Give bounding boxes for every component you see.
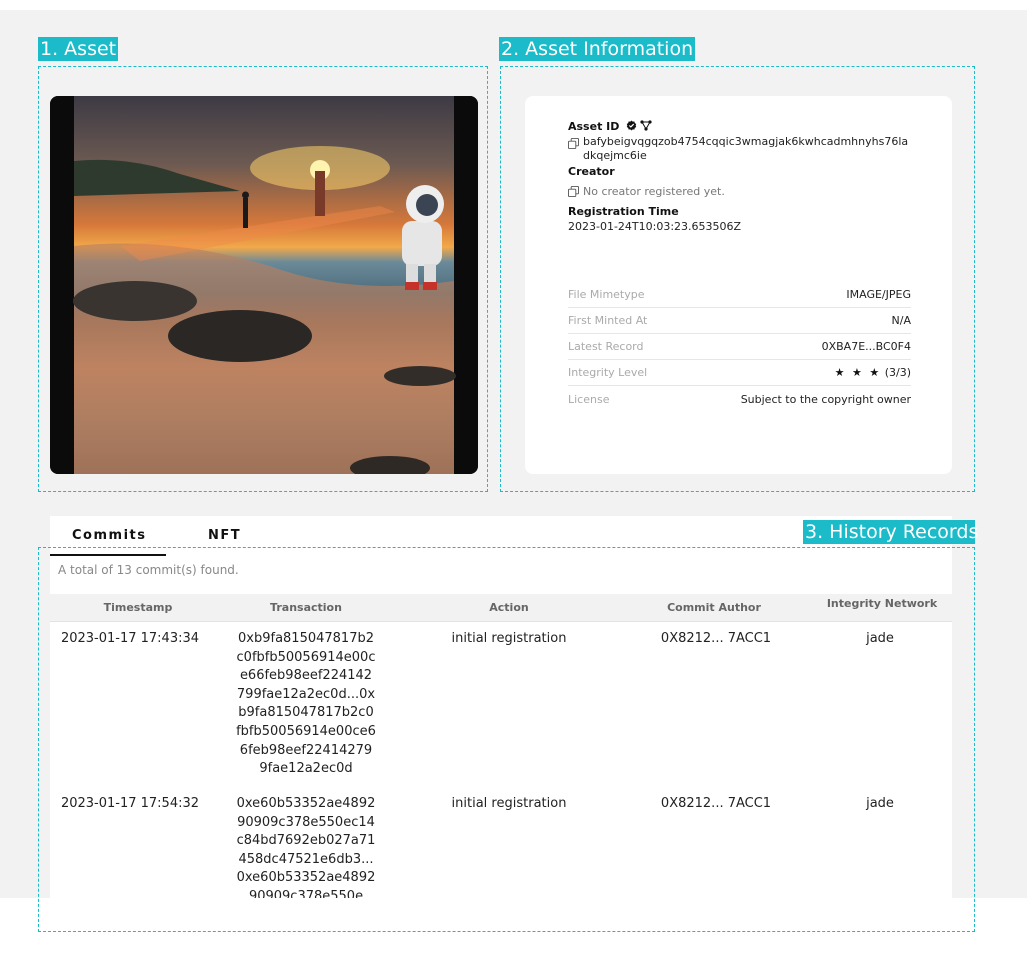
creator-row: No creator registered yet.	[568, 185, 911, 199]
creator-value: No creator registered yet.	[583, 185, 725, 198]
tab-commits[interactable]: Commits	[72, 528, 146, 543]
prop-value: N/A	[891, 314, 911, 327]
asset-image	[50, 96, 478, 474]
integrity-level-count: (3/3)	[884, 366, 911, 379]
asset-section-label: 1. Asset	[38, 37, 119, 61]
creator-label: Creator	[568, 165, 615, 178]
registration-time-label: Registration Time	[568, 205, 679, 218]
asset-image-illustration	[73, 146, 456, 474]
prop-key: First Minted At	[568, 314, 648, 327]
copy-icon[interactable]	[568, 186, 579, 197]
prop-row-mimetype: File Mimetype IMAGE/JPEG	[568, 282, 911, 308]
integrity-level-value: ★ ★ ★ (3/3)	[835, 366, 911, 379]
prop-value: IMAGE/JPEG	[846, 288, 911, 301]
prop-row-license: License Subject to the copyright owner	[568, 386, 911, 412]
latest-record-link[interactable]: 0XBA7E...BC0F4	[822, 340, 911, 353]
prop-row-latest-record: Latest Record 0XBA7E...BC0F4	[568, 334, 911, 360]
history-section-outline	[38, 547, 975, 932]
prop-row-integrity-level: Integrity Level ★ ★ ★ (3/3)	[568, 360, 911, 386]
star-rating-icon: ★ ★ ★	[834, 366, 882, 379]
asset-id-row: bafybeigvqgqzob4754cqqic3wmagjak6kwhcadm…	[568, 135, 911, 163]
copy-icon[interactable]	[568, 138, 579, 149]
prop-row-first-minted: First Minted At N/A	[568, 308, 911, 334]
asset-id-value[interactable]: bafybeigvqgqzob4754cqqic3wmagjak6kwhcadm…	[583, 135, 911, 163]
history-section-label: 3. History Records	[803, 520, 979, 544]
prop-key: License	[568, 392, 610, 406]
asset-id-label: Asset ID	[568, 120, 620, 133]
prop-key: File Mimetype	[568, 288, 645, 301]
registration-time-value: 2023-01-24T10:03:23.653506Z	[568, 220, 742, 233]
verified-badge-icon	[626, 120, 637, 131]
asset-id-label-row: Asset ID	[568, 119, 911, 135]
asset-info-card: Asset ID bafybeigvqgqzob4754cqqic3wmagja…	[525, 96, 952, 474]
prop-value: Subject to the copyright owner	[740, 392, 911, 406]
tab-nft[interactable]: NFT	[208, 528, 241, 543]
network-share-icon[interactable]	[640, 120, 652, 131]
prop-key: Integrity Level	[568, 366, 648, 379]
info-section-label: 2. Asset Information	[499, 37, 696, 61]
asset-properties-list: File Mimetype IMAGE/JPEG First Minted At…	[568, 282, 911, 412]
prop-key: Latest Record	[568, 340, 644, 353]
